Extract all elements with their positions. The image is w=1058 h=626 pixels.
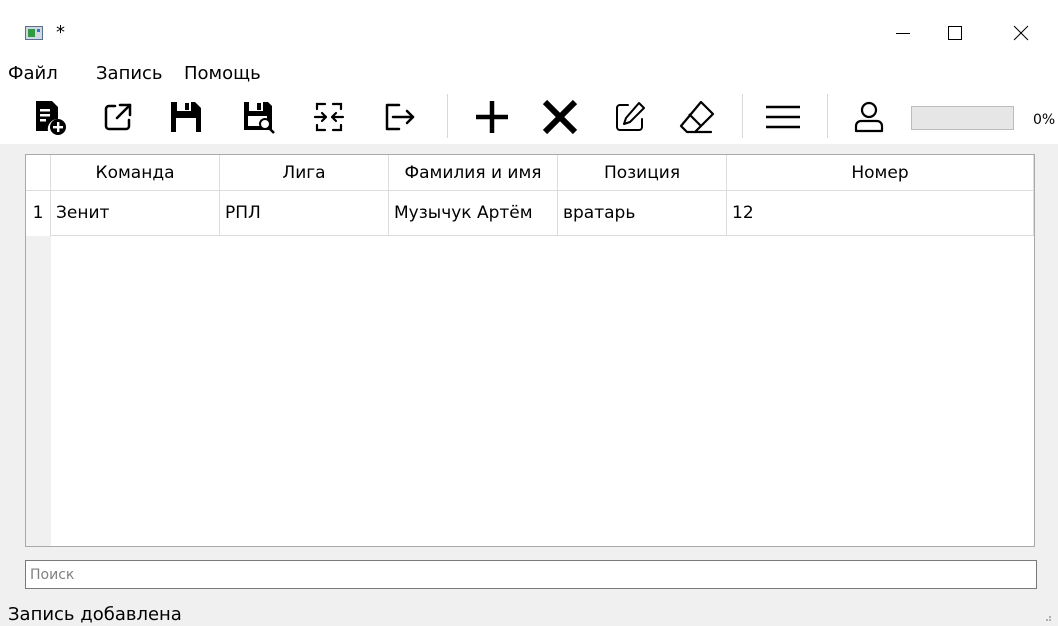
user-icon: [854, 101, 884, 133]
menu-bar: Файл Запись Помощь: [0, 60, 1058, 90]
title-bar: *: [0, 0, 1058, 60]
status-text: Запись добавлена: [8, 604, 182, 625]
menu-file[interactable]: Файл: [8, 63, 58, 84]
close-icon: [1013, 25, 1029, 41]
menu-help[interactable]: Помощь: [184, 63, 261, 84]
open-button[interactable]: [95, 95, 141, 139]
open-external-icon: [104, 103, 132, 131]
exit-button[interactable]: [376, 95, 422, 139]
delete-icon: [542, 99, 578, 135]
table-cell-position[interactable]: вратарь: [558, 191, 727, 236]
maximize-button[interactable]: [932, 18, 978, 48]
progress-label: 0%: [1033, 112, 1056, 128]
delete-button[interactable]: [537, 95, 583, 139]
new-file-button[interactable]: [25, 95, 71, 139]
list-icon: [766, 105, 800, 129]
table-cell-number[interactable]: 12: [727, 191, 1034, 236]
menu-record[interactable]: Запись: [96, 63, 163, 84]
save-as-icon: [244, 102, 275, 134]
row-header[interactable]: 1: [26, 191, 51, 236]
size-grip-icon[interactable]: [1042, 612, 1052, 622]
minimize-icon: [896, 33, 910, 34]
toolbar-separator: [827, 94, 828, 138]
new-file-icon: [36, 101, 66, 135]
table-cell-league[interactable]: РПЛ: [220, 191, 389, 236]
column-header-name[interactable]: Фамилия и имя: [389, 155, 558, 191]
save-icon: [171, 102, 201, 132]
close-button[interactable]: [998, 18, 1044, 48]
merge-icon: [313, 102, 345, 132]
add-button[interactable]: [469, 95, 515, 139]
column-header-number[interactable]: Номер: [727, 155, 1034, 191]
column-header-league[interactable]: Лига: [220, 155, 389, 191]
records-table[interactable]: Команда Лига Фамилия и имя Позиция Номер…: [25, 154, 1035, 547]
merge-button[interactable]: [306, 95, 352, 139]
user-button[interactable]: [846, 95, 892, 139]
save-as-button[interactable]: [236, 95, 282, 139]
toolbar: 0%: [0, 90, 1058, 144]
toolbar-separator: [447, 94, 448, 138]
save-button[interactable]: [163, 95, 209, 139]
app-icon: [25, 26, 43, 40]
eraser-icon: [679, 100, 715, 134]
app-window: * Файл Запись Помощь 0% Команда Лига Фам…: [0, 0, 1058, 626]
window-title: *: [56, 22, 65, 43]
list-button[interactable]: [760, 95, 806, 139]
minimize-button[interactable]: [880, 18, 926, 48]
column-header-team[interactable]: Команда: [51, 155, 220, 191]
edit-button[interactable]: [607, 95, 653, 139]
clear-button[interactable]: [674, 95, 720, 139]
column-header-position[interactable]: Позиция: [558, 155, 727, 191]
search-input[interactable]: [25, 560, 1037, 589]
edit-icon: [616, 102, 645, 131]
progress-bar: [911, 106, 1014, 130]
table-cell-name[interactable]: Музычук Артём: [389, 191, 558, 236]
exit-icon: [385, 103, 415, 131]
add-icon: [476, 101, 508, 133]
toolbar-separator: [742, 94, 743, 138]
maximize-icon: [948, 26, 962, 40]
table-corner-button[interactable]: [26, 155, 51, 191]
table-cell-team[interactable]: Зенит: [51, 191, 220, 236]
